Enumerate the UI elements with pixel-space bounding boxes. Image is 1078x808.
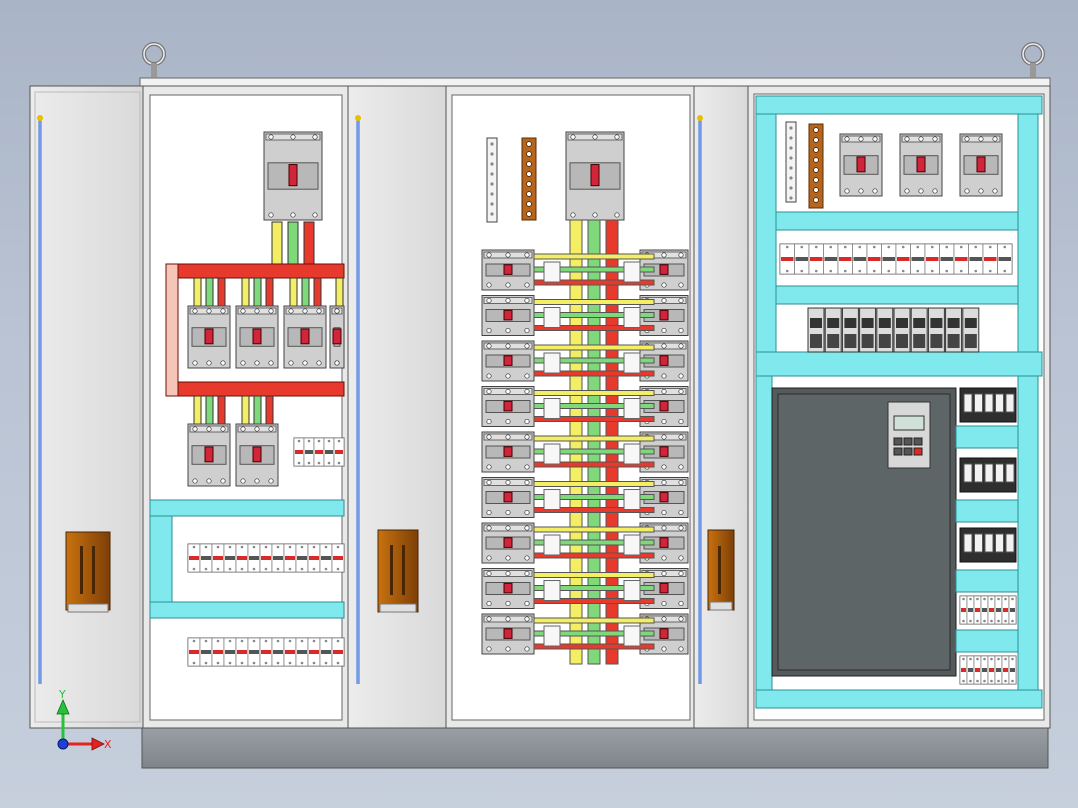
main-breaker-1 bbox=[263, 131, 323, 221]
vertical-bus-L2 bbox=[587, 219, 601, 665]
earth-bar-2 bbox=[521, 137, 537, 221]
feeder-row bbox=[481, 477, 689, 518]
neutral-bar-2 bbox=[486, 137, 498, 223]
axis-x-label: X bbox=[104, 738, 112, 751]
feeder-breaker-low-0 bbox=[187, 423, 231, 487]
wire-duct-h1 bbox=[775, 211, 1019, 231]
aux-breaker-0 bbox=[839, 133, 883, 197]
earth-bar-3 bbox=[808, 123, 824, 209]
feeder-breaker-low-1 bbox=[235, 423, 279, 487]
cabinet-assembly-drawing: Y X bbox=[29, 42, 1051, 769]
wire-duct-h2 bbox=[775, 285, 1019, 305]
incoming-bus-2 bbox=[303, 221, 315, 267]
feeder-breaker-left bbox=[481, 522, 535, 564]
feeder-breaker-left bbox=[481, 386, 535, 427]
wire-duct-top bbox=[755, 95, 1043, 115]
relay-module bbox=[959, 457, 1017, 493]
terminal-right-2 bbox=[959, 655, 1017, 685]
wire-duct-upper bbox=[149, 499, 345, 517]
relay-module bbox=[959, 527, 1017, 563]
terminal-row-2 bbox=[187, 637, 345, 667]
feeder-breaker-top-1 bbox=[235, 305, 279, 369]
relay-module bbox=[959, 387, 1017, 423]
terminal-row-top bbox=[779, 243, 1013, 275]
cabinet-3 bbox=[747, 85, 1051, 729]
busbar-frame-bottom bbox=[165, 381, 345, 397]
busbar-frame-top bbox=[165, 263, 345, 279]
feeder-row bbox=[481, 249, 689, 291]
axis-y-label: Y bbox=[58, 688, 66, 701]
door-middle-right bbox=[693, 85, 751, 729]
vfd-display bbox=[893, 415, 925, 431]
feeder-row bbox=[481, 568, 689, 609]
cabinet-1 bbox=[142, 85, 368, 729]
wire-duct-r1 bbox=[955, 425, 1019, 449]
wire-duct-left-upper bbox=[755, 113, 777, 353]
wire-duct-bottom bbox=[755, 689, 1043, 709]
feeder-row bbox=[481, 613, 689, 655]
feeder-breaker-top-2 bbox=[283, 305, 327, 369]
vertical-bus-L1 bbox=[569, 219, 583, 665]
feeder-breaker-left bbox=[481, 340, 535, 382]
feeder-breaker-left bbox=[481, 568, 535, 609]
cabinet-2 bbox=[445, 85, 697, 729]
feeder-breaker-left bbox=[481, 295, 535, 336]
door-left bbox=[29, 85, 146, 729]
wire-duct-r3 bbox=[955, 569, 1019, 593]
terminal-right-1 bbox=[959, 595, 1017, 625]
terminal-block-small bbox=[293, 437, 345, 467]
feeder-row bbox=[481, 386, 689, 427]
wire-duct-left-lower bbox=[755, 375, 773, 691]
feeder-row bbox=[481, 295, 689, 336]
feeder-breaker-left bbox=[481, 249, 535, 291]
wire-duct-mid bbox=[755, 351, 1043, 377]
wire-duct-side bbox=[149, 515, 173, 603]
incoming-bus-0 bbox=[271, 221, 283, 267]
busbar-frame-side bbox=[165, 263, 179, 397]
wire-duct-lower bbox=[149, 601, 345, 619]
lifting-eye-left bbox=[142, 42, 166, 77]
feeder-breaker-left bbox=[481, 431, 535, 473]
main-breaker-2 bbox=[565, 131, 625, 221]
door-middle-left bbox=[347, 85, 449, 729]
cabinet-plinth bbox=[141, 725, 1049, 769]
vfd-drive bbox=[771, 387, 957, 677]
wire-duct-right-upper bbox=[1017, 113, 1039, 353]
wire-duct-r2 bbox=[955, 499, 1019, 523]
wire-duct-r4 bbox=[955, 629, 1019, 653]
feeder-row bbox=[481, 340, 689, 382]
terminal-row-1 bbox=[187, 543, 345, 573]
aux-breaker-2 bbox=[959, 133, 1003, 197]
feeder-breaker-top-0 bbox=[187, 305, 231, 369]
feeder-breaker-top-3 bbox=[329, 305, 345, 369]
vertical-bus-L3 bbox=[605, 219, 619, 665]
feeder-breaker-left bbox=[481, 477, 535, 518]
vfd-keypad bbox=[887, 401, 931, 469]
feeder-row bbox=[481, 522, 689, 564]
neutral-bar-3 bbox=[785, 121, 797, 203]
feeder-breaker-left bbox=[481, 613, 535, 655]
lifting-eye-right bbox=[1021, 42, 1045, 77]
feeder-row bbox=[481, 431, 689, 473]
aux-breaker-1 bbox=[899, 133, 943, 197]
wire-duct-right-lower bbox=[1017, 375, 1039, 691]
incoming-bus-1 bbox=[287, 221, 299, 267]
